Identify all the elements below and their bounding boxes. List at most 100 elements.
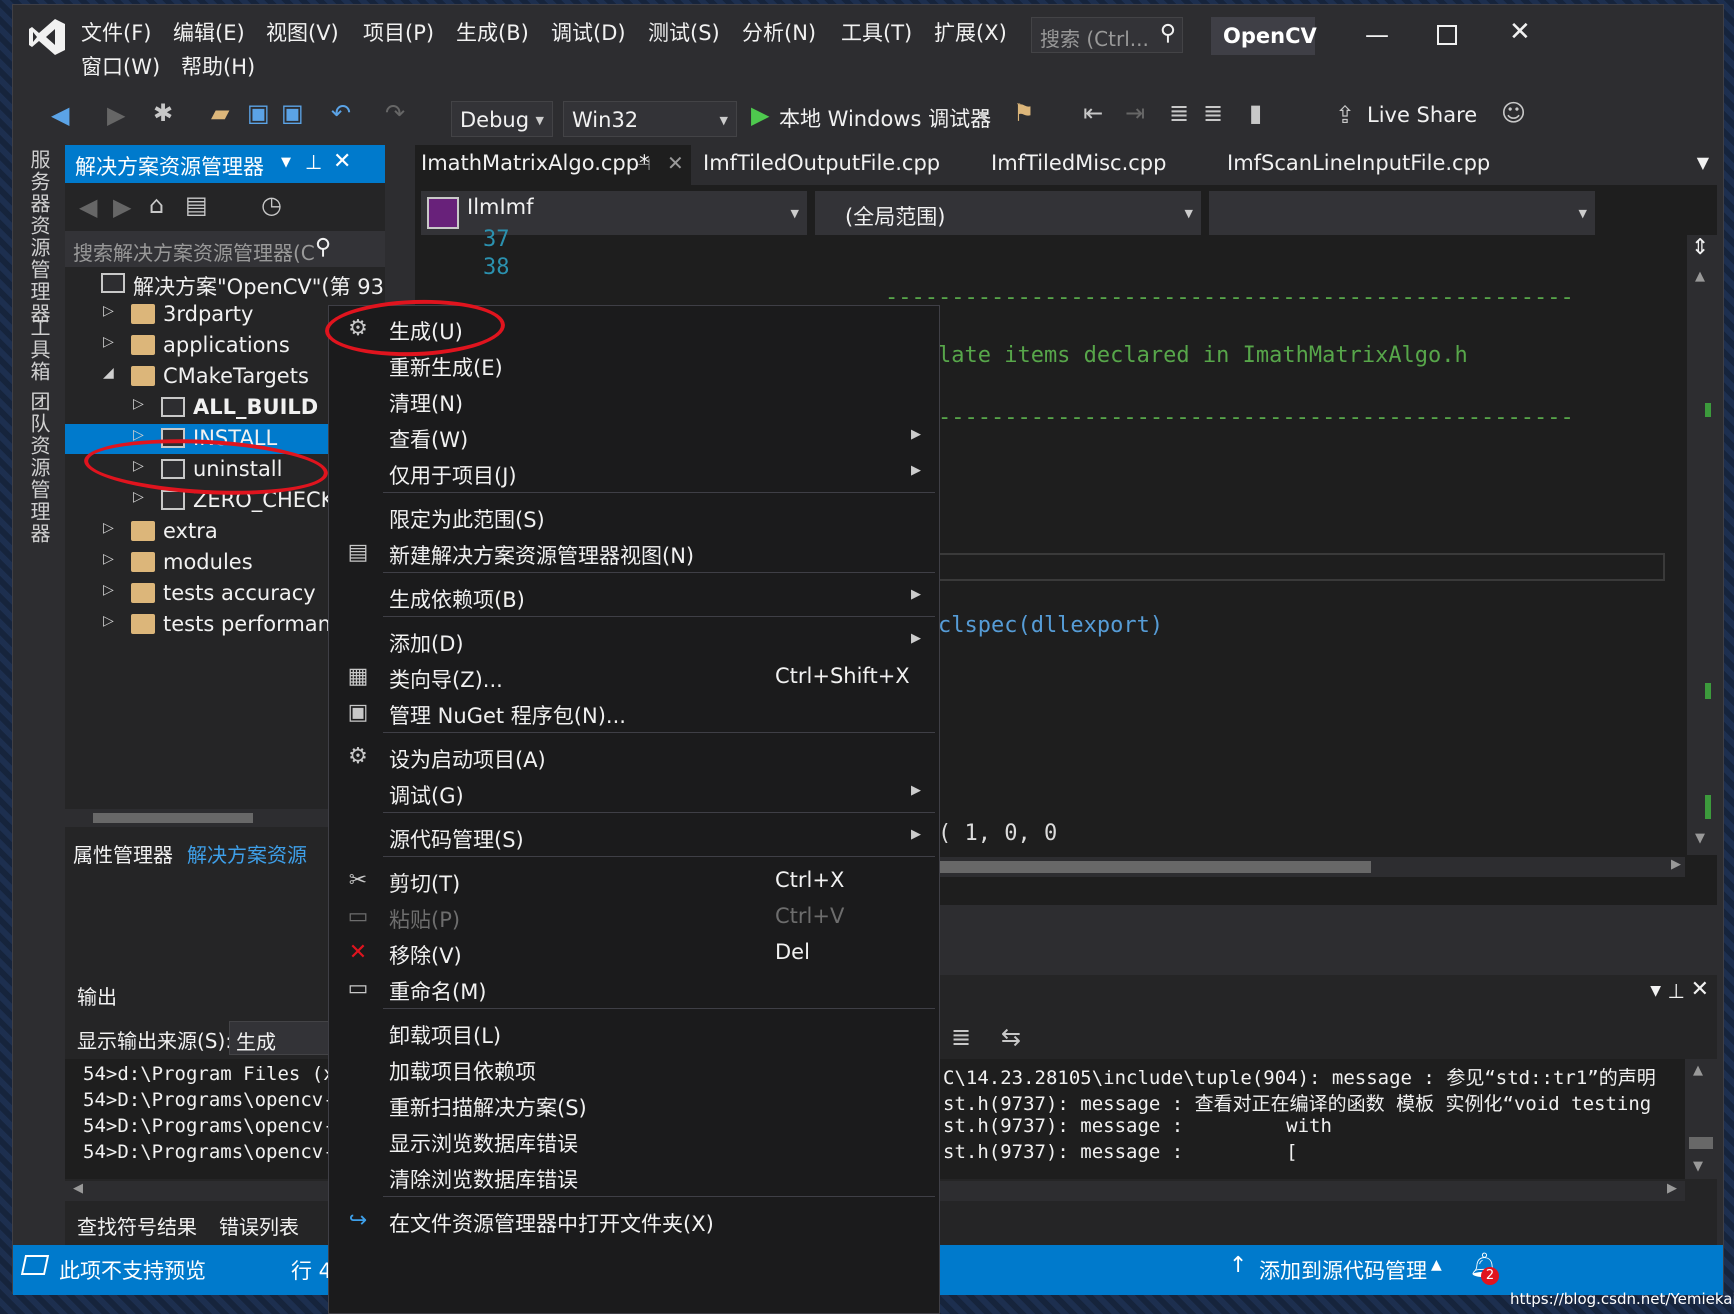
output-vscrollbar[interactable]: ▲ ▼ bbox=[1685, 1059, 1717, 1179]
side-tab-toolbox[interactable]: 工具箱 bbox=[25, 317, 54, 383]
redo-icon[interactable]: ↷ bbox=[385, 101, 405, 125]
editor-hscrollbar[interactable]: ▶ bbox=[885, 857, 1685, 877]
back-icon[interactable]: ◀ bbox=[51, 103, 69, 127]
context-menu-item[interactable]: 卸载项目(L) bbox=[329, 1014, 939, 1052]
feedback-icon[interactable]: ☺ bbox=[1501, 101, 1526, 125]
menu-help[interactable]: 帮助(H) bbox=[181, 51, 255, 81]
context-menu-item[interactable]: ✂ 剪切(T) Ctrl+X bbox=[329, 862, 939, 900]
context-menu-item[interactable]: 源代码管理(S) ▶ bbox=[329, 818, 939, 856]
tab-imftiledmisc[interactable]: ImfTiledMisc.cpp bbox=[991, 151, 1166, 175]
scroll-right-icon[interactable]: ▶ bbox=[1671, 857, 1681, 872]
scroll-thumb[interactable] bbox=[1689, 1137, 1713, 1149]
context-menu-item[interactable]: ⚙ 设为启动项目(A) bbox=[329, 738, 939, 776]
side-tab-server-explorer[interactable]: 服务器资源管理器 bbox=[25, 149, 54, 325]
scroll-thumb[interactable] bbox=[885, 861, 1371, 873]
pin-icon[interactable]: ⊥ bbox=[305, 150, 322, 174]
menu-debug[interactable]: 调试(D) bbox=[551, 17, 626, 47]
maximize-button[interactable] bbox=[1437, 25, 1457, 45]
tab-error-list[interactable]: 错误列表 bbox=[219, 1211, 299, 1240]
context-menu-item[interactable]: 清理(N) bbox=[329, 382, 939, 420]
scroll-thumb[interactable] bbox=[93, 813, 253, 823]
close-icon[interactable]: ✕ bbox=[667, 151, 684, 175]
minimize-button[interactable]: — bbox=[1365, 21, 1389, 49]
step-over-icon[interactable]: ⇥ bbox=[1125, 101, 1145, 125]
word-wrap-icon[interactable]: ⇆ bbox=[1001, 1025, 1021, 1049]
open-icon[interactable]: ▰ bbox=[211, 101, 229, 125]
new-project-icon[interactable]: ✱ bbox=[153, 101, 173, 125]
start-debug-icon[interactable]: ▶ bbox=[751, 103, 769, 127]
save-all-icon[interactable]: ▣ bbox=[281, 101, 304, 125]
home-icon[interactable]: ⌂ bbox=[149, 193, 164, 217]
collapsed-arrow-icon[interactable]: ▷ bbox=[103, 303, 114, 319]
menu-file[interactable]: 文件(F) bbox=[81, 17, 151, 47]
menu-view[interactable]: 视图(V) bbox=[266, 17, 339, 47]
context-menu-item[interactable]: ▣ 管理 NuGet 程序包(N)... bbox=[329, 694, 939, 732]
collapsed-arrow-icon[interactable]: ▷ bbox=[103, 520, 114, 536]
chevron-down-icon[interactable]: ▼ bbox=[1650, 983, 1661, 999]
pin-icon[interactable]: ⊥ bbox=[1668, 979, 1685, 1003]
clear-all-icon[interactable]: ≣ bbox=[951, 1025, 971, 1049]
collapsed-arrow-icon[interactable]: ▷ bbox=[103, 582, 114, 598]
pin-icon[interactable]: ⊣ bbox=[637, 155, 651, 174]
close-icon[interactable]: ✕ bbox=[1691, 977, 1709, 1002]
chevron-up-icon[interactable]: ▲ bbox=[1431, 1257, 1442, 1273]
collapsed-arrow-icon[interactable]: ▷ bbox=[133, 396, 144, 412]
context-menu-item[interactable]: 清除浏览数据库错误 bbox=[329, 1158, 939, 1196]
search-box[interactable]: 搜索 (Ctrl... ⚲ bbox=[1031, 17, 1183, 53]
nav-project-dropdown[interactable]: IlmImf ▼ bbox=[421, 191, 807, 235]
indent-icon[interactable]: ≣ bbox=[1169, 101, 1189, 125]
context-menu-item[interactable]: 限定为此范围(S) bbox=[329, 498, 939, 536]
tab-solution-explorer[interactable]: 解决方案资源 bbox=[187, 839, 307, 868]
context-menu-item[interactable]: 加载项目依赖项 bbox=[329, 1050, 939, 1088]
nav-scope-dropdown[interactable]: (全局范围) ▼ bbox=[815, 191, 1201, 235]
search-input[interactable]: 搜索 (Ctrl... bbox=[1040, 23, 1149, 52]
context-menu-item[interactable]: 生成依赖项(B) ▶ bbox=[329, 578, 939, 616]
context-menu-item[interactable]: ▤ 新建解决方案资源管理器视图(N) bbox=[329, 534, 939, 572]
platform-dropdown[interactable]: Win32 ▼ bbox=[563, 101, 737, 137]
menu-edit[interactable]: 编辑(E) bbox=[173, 17, 245, 47]
context-menu-item[interactable]: ▦ 类向导(Z)... Ctrl+Shift+X bbox=[329, 658, 939, 696]
chevron-down-icon[interactable]: ▼ bbox=[979, 109, 987, 122]
forward-icon[interactable]: ▶ bbox=[107, 103, 125, 127]
context-menu-item[interactable]: ▭ 粘贴(P) Ctrl+V bbox=[329, 898, 939, 936]
context-menu-item[interactable]: 显示浏览数据库错误 bbox=[329, 1122, 939, 1160]
expanded-arrow-icon[interactable]: ◢ bbox=[103, 365, 114, 381]
forward-icon[interactable]: ▶ bbox=[113, 195, 131, 219]
tab-imftiledoutputfile[interactable]: ImfTiledOutputFile.cpp bbox=[703, 151, 940, 175]
nav-member-dropdown[interactable]: ▼ bbox=[1209, 191, 1595, 235]
context-menu-item[interactable]: ↪ 在文件资源管理器中打开文件夹(X) bbox=[329, 1202, 939, 1240]
menu-tools[interactable]: 工具(T) bbox=[841, 17, 912, 47]
menu-analyze[interactable]: 分析(N) bbox=[742, 17, 816, 47]
context-menu-item[interactable]: ▭ 重命名(M) bbox=[329, 970, 939, 1008]
context-menu-item[interactable]: 调试(G) ▶ bbox=[329, 774, 939, 812]
tab-overflow-icon[interactable]: ▼ bbox=[1697, 153, 1709, 172]
scroll-up-icon[interactable]: ▲ bbox=[1695, 269, 1705, 284]
close-icon[interactable]: ✕ bbox=[333, 149, 351, 174]
explorer-search[interactable]: 搜索解决方案资源管理器(C ⚲ bbox=[65, 231, 385, 267]
config-dropdown[interactable]: Debug ▼ bbox=[451, 101, 553, 137]
start-debug-button[interactable]: 本地 Windows 调试器 bbox=[779, 103, 991, 133]
switch-views-icon[interactable]: ▤ bbox=[185, 193, 208, 217]
back-icon[interactable]: ◀ bbox=[79, 195, 97, 219]
pending-changes-icon[interactable]: ◷ bbox=[261, 193, 282, 217]
tree-item[interactable]: 解决方案"OpenCV"(第 93 个 bbox=[65, 269, 385, 299]
undo-icon[interactable]: ↶ bbox=[331, 101, 351, 125]
menu-build[interactable]: 生成(B) bbox=[456, 17, 529, 47]
bookmark-icon[interactable]: ▮ bbox=[1249, 101, 1262, 125]
explorer-search-input[interactable]: 搜索解决方案资源管理器(C bbox=[73, 237, 315, 266]
scroll-up-icon[interactable]: ▲ bbox=[1693, 1063, 1703, 1078]
save-icon[interactable]: ▣ bbox=[247, 101, 270, 125]
menu-window[interactable]: 窗口(W) bbox=[81, 51, 160, 81]
context-menu-item[interactable]: ✕ 移除(V) Del bbox=[329, 934, 939, 972]
side-tab-team-explorer[interactable]: 团队资源管理器 bbox=[25, 391, 54, 545]
tab-active[interactable]: ImathMatrixAlgo.cpp* ⊣ ✕ bbox=[415, 145, 691, 185]
tab-imfscanlineinputfile[interactable]: ImfScanLineInputFile.cpp bbox=[1227, 151, 1490, 175]
browse-icon[interactable]: ⚑ bbox=[1013, 101, 1035, 125]
scroll-left-icon[interactable]: ◀ bbox=[73, 1181, 83, 1196]
add-to-source-control-button[interactable]: 添加到源代码管理 bbox=[1259, 1255, 1427, 1285]
collapsed-arrow-icon[interactable]: ▷ bbox=[103, 334, 114, 350]
collapsed-arrow-icon[interactable]: ▷ bbox=[103, 613, 114, 629]
share-icon[interactable]: ⇪ bbox=[1335, 103, 1355, 127]
split-icon[interactable]: ⇕ bbox=[1691, 235, 1709, 260]
menu-project[interactable]: 项目(P) bbox=[363, 17, 434, 47]
